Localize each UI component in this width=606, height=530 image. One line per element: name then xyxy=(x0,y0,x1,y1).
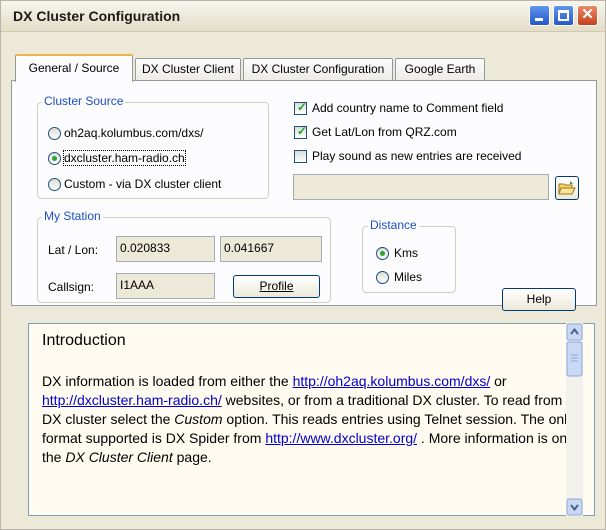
radio-dxcluster-ham-radio-label[interactable]: dxcluster.ham-radio.ch xyxy=(63,150,186,166)
latitude-field[interactable]: 0.020833 xyxy=(116,236,215,262)
distance-label: Distance xyxy=(368,218,419,232)
tab-label: General / Source xyxy=(28,61,120,75)
dx-cluster-configuration-window: DX Cluster Configuration ✕ General / Sou… xyxy=(0,0,606,530)
add-country-checkbox[interactable]: ✓ xyxy=(294,100,308,115)
radio-selected-icon xyxy=(52,156,57,161)
radio-dxcluster-ham-radio[interactable] xyxy=(48,152,61,165)
radio-kms-label[interactable]: Kms xyxy=(394,246,418,260)
tab-dx-cluster-configuration[interactable]: DX Cluster Configuration xyxy=(243,58,393,81)
open-folder-icon xyxy=(558,181,576,195)
get-latlon-checkbox[interactable]: ✓ xyxy=(294,124,308,139)
radio-selected-icon xyxy=(380,251,385,256)
tab-label: DX Cluster Client xyxy=(141,62,235,76)
tab-general-source[interactable]: General / Source xyxy=(15,54,133,82)
intro-text-span: page. xyxy=(172,449,212,465)
sound-file-field[interactable] xyxy=(293,174,549,200)
add-country-label[interactable]: Add country name to Comment field xyxy=(312,101,503,115)
tab-dx-cluster-client[interactable]: DX Cluster Client xyxy=(135,58,241,81)
longitude-field[interactable]: 0.041667 xyxy=(220,236,322,262)
intro-text: DX information is loaded from either the… xyxy=(42,372,577,467)
window-title: DX Cluster Configuration xyxy=(13,8,181,24)
latlon-label: Lat / Lon: xyxy=(48,243,99,257)
tab-google-earth[interactable]: Google Earth xyxy=(395,58,485,81)
link-dxcluster-org[interactable]: http://www.dxcluster.org/ xyxy=(265,430,417,446)
client-emphasis: DX Cluster Client xyxy=(65,449,173,465)
maximize-icon xyxy=(558,10,569,21)
radio-oh2aq[interactable] xyxy=(48,127,61,140)
play-sound-checkbox[interactable] xyxy=(294,150,307,163)
callsign-label: Callsign: xyxy=(48,280,95,294)
checkmark-icon: ✓ xyxy=(297,100,308,114)
callsign-field[interactable]: I1AAA xyxy=(116,273,215,299)
radio-custom-label[interactable]: Custom - via DX cluster client xyxy=(64,177,221,191)
radio-oh2aq-label[interactable]: oh2aq.kolumbus.com/dxs/ xyxy=(64,126,203,140)
tab-label: Google Earth xyxy=(404,62,476,76)
radio-custom[interactable] xyxy=(48,178,61,191)
general-source-panel: Cluster Source oh2aq.kolumbus.com/dxs/ d… xyxy=(11,80,597,311)
minimize-icon xyxy=(535,18,543,21)
introduction-panel[interactable]: Introduction DX information is loaded fr… xyxy=(28,323,595,516)
link-oh2aq[interactable]: http://oh2aq.kolumbus.com/dxs/ xyxy=(293,373,491,389)
title-bar[interactable]: DX Cluster Configuration ✕ xyxy=(1,1,605,32)
intro-text-span: DX information is loaded from either the xyxy=(42,373,293,389)
checkmark-icon: ✓ xyxy=(297,124,308,138)
scrollbar-graphic xyxy=(566,323,583,516)
get-latlon-label[interactable]: Get Lat/Lon from QRZ.com xyxy=(312,125,457,139)
help-button[interactable]: Help xyxy=(502,288,576,311)
intro-text-span: or xyxy=(490,373,507,389)
close-icon: ✕ xyxy=(581,6,594,23)
intro-scrollbar[interactable] xyxy=(566,323,583,516)
profile-button[interactable]: Profile xyxy=(233,275,320,298)
maximize-button[interactable] xyxy=(553,5,574,26)
radio-miles-label[interactable]: Miles xyxy=(394,270,422,284)
browse-folder-button[interactable] xyxy=(555,176,579,200)
radio-miles[interactable] xyxy=(376,271,389,284)
intro-title: Introduction xyxy=(42,332,126,349)
tab-label: DX Cluster Configuration xyxy=(251,62,385,76)
radio-kms[interactable] xyxy=(376,247,389,260)
close-button[interactable]: ✕ xyxy=(577,5,598,26)
cluster-source-label: Cluster Source xyxy=(42,94,126,108)
link-dxcluster-ham-radio[interactable]: http://dxcluster.ham-radio.ch/ xyxy=(42,392,222,408)
custom-emphasis: Custom xyxy=(174,411,223,427)
minimize-button[interactable] xyxy=(529,5,550,26)
my-station-label: My Station xyxy=(42,209,103,223)
play-sound-label[interactable]: Play sound as new entries are received xyxy=(312,149,521,163)
